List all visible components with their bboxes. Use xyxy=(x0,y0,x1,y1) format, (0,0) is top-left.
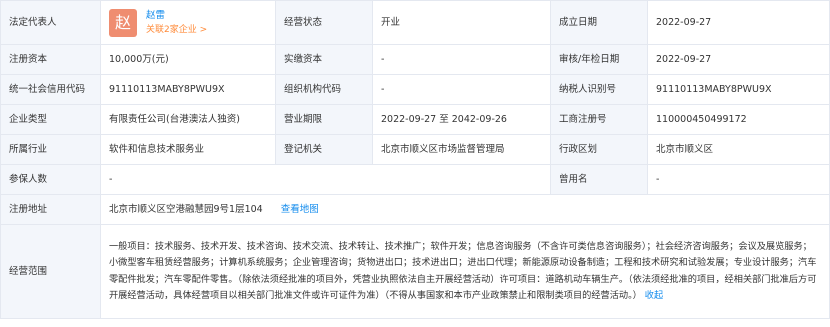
reg-number-value: 110000450499172 xyxy=(647,104,830,135)
table-row: 经营范围 一般项目：技术服务、技术开发、技术咨询、技术交流、技术转让、技术推广；… xyxy=(0,224,830,319)
table-row: 统一社会信用代码 91110113MABY8PWU9X 组织机构代码 - 纳税人… xyxy=(0,74,830,105)
company-type-label: 企业类型 xyxy=(0,104,101,135)
table-row: 注册地址 北京市顺义区空港融慧园9号1层104 查看地图 xyxy=(0,194,830,225)
status-value: 开业 xyxy=(372,0,551,45)
paid-capital-value: - xyxy=(372,44,551,75)
company-info-table: 法定代表人 赵 赵雷 关联2家企业 > 经营状态 开业 成立日期 2022-09… xyxy=(0,0,830,319)
legal-rep-cell: 赵 赵雷 关联2家企业 > xyxy=(100,0,276,45)
paid-capital-label: 实缴资本 xyxy=(275,44,373,75)
view-map-link[interactable]: 查看地图 xyxy=(281,204,319,215)
business-scope-label: 经营范围 xyxy=(0,224,101,319)
former-name-label: 曾用名 xyxy=(550,164,648,195)
org-code-value: - xyxy=(372,74,551,105)
avatar: 赵 xyxy=(109,8,137,37)
district-label: 行政区划 xyxy=(550,134,648,165)
org-code-label: 组织机构代码 xyxy=(275,74,373,105)
industry-label: 所属行业 xyxy=(0,134,101,165)
business-term-label: 营业期限 xyxy=(275,104,373,135)
status-label: 经营状态 xyxy=(275,0,373,45)
table-row: 所属行业 软件和信息技术服务业 登记机关 北京市顺义区市场监督管理局 行政区划 … xyxy=(0,134,830,165)
table-row: 企业类型 有限责任公司(台港澳法人独资) 营业期限 2022-09-27 至 2… xyxy=(0,104,830,135)
former-name-value: - xyxy=(647,164,830,195)
table-row: 参保人数 - 曾用名 - xyxy=(0,164,830,195)
reg-number-label: 工商注册号 xyxy=(550,104,648,135)
district-value: 北京市顺义区 xyxy=(647,134,830,165)
credit-code-label: 统一社会信用代码 xyxy=(0,74,101,105)
founded-value: 2022-09-27 xyxy=(647,0,830,45)
taxpayer-id-label: 纳税人识别号 xyxy=(550,74,648,105)
collapse-link[interactable]: 收起 xyxy=(645,290,663,301)
reg-capital-label: 注册资本 xyxy=(0,44,101,75)
insured-count-label: 参保人数 xyxy=(0,164,101,195)
legal-rep-name-link[interactable]: 赵雷 xyxy=(146,9,207,23)
founded-label: 成立日期 xyxy=(550,0,648,45)
address-label: 注册地址 xyxy=(0,194,101,225)
business-scope-text: 一般项目：技术服务、技术开发、技术咨询、技术交流、技术转让、技术推广；软件开发；… xyxy=(109,240,817,302)
company-type-value: 有限责任公司(台港澳法人独资) xyxy=(100,104,276,135)
legal-rep-label: 法定代表人 xyxy=(0,0,101,45)
taxpayer-id-value: 91110113MABY8PWU9X xyxy=(647,74,830,105)
related-companies-link[interactable]: 关联2家企业 > xyxy=(146,23,207,37)
address-cell: 北京市顺义区空港融慧园9号1层104 查看地图 xyxy=(100,194,830,225)
approval-date-value: 2022-09-27 xyxy=(647,44,830,75)
business-term-value: 2022-09-27 至 2042-09-26 xyxy=(372,104,551,135)
credit-code-value: 91110113MABY8PWU9X xyxy=(100,74,276,105)
address-value: 北京市顺义区空港融慧园9号1层104 xyxy=(109,203,263,215)
authority-label: 登记机关 xyxy=(275,134,373,165)
business-scope-cell: 一般项目：技术服务、技术开发、技术咨询、技术交流、技术转让、技术推广；软件开发；… xyxy=(100,224,830,319)
authority-value: 北京市顺义区市场监督管理局 xyxy=(372,134,551,165)
approval-date-label: 审核/年检日期 xyxy=(550,44,648,75)
reg-capital-value: 10,000万(元) xyxy=(100,44,276,75)
industry-value: 软件和信息技术服务业 xyxy=(100,134,276,165)
table-row: 注册资本 10,000万(元) 实缴资本 - 审核/年检日期 2022-09-2… xyxy=(0,44,830,75)
table-row: 法定代表人 赵 赵雷 关联2家企业 > 经营状态 开业 成立日期 2022-09… xyxy=(0,0,830,45)
insured-count-value: - xyxy=(100,164,551,195)
